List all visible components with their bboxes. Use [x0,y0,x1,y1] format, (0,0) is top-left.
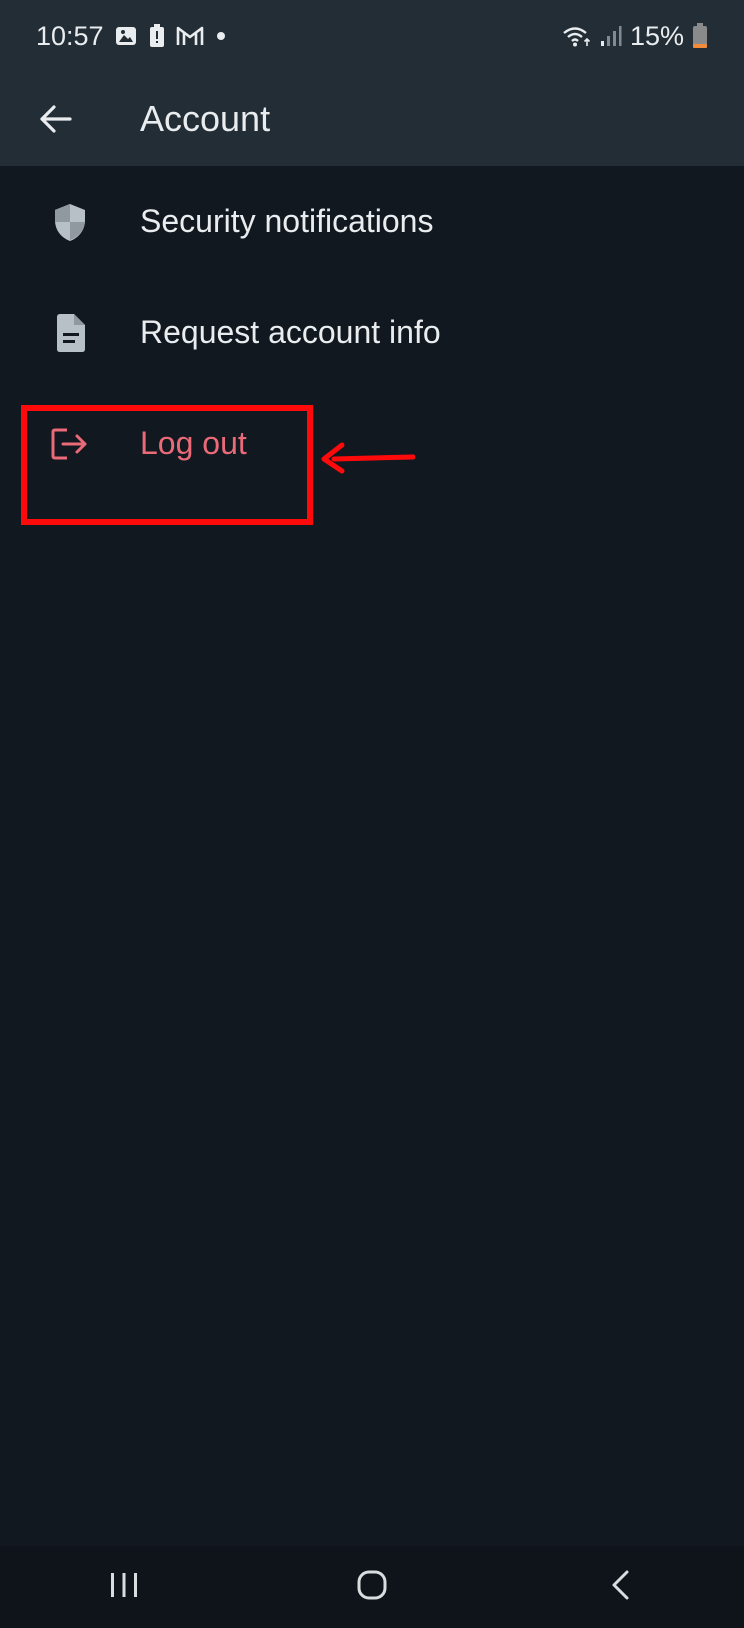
document-icon [0,277,140,388]
status-left: 10:57 [36,21,228,52]
arrow-back-icon [38,104,72,134]
page-title: Account [140,98,271,139]
logout-icon [0,388,140,499]
menu-item-label: Log out [140,425,247,461]
menu-item-security-notifications[interactable]: Security notifications [0,166,744,277]
recents-icon [108,1571,140,1604]
recents-button[interactable] [64,1546,184,1628]
battery-icon [692,23,708,49]
status-right: 15% [562,21,708,52]
menu-item-label: Security notifications [140,203,434,239]
back-button[interactable] [0,72,110,166]
menu-item-request-account-info[interactable]: Request account info [0,277,744,388]
back-icon [609,1569,631,1606]
notification-dot-icon [214,29,228,43]
shield-icon [0,166,140,277]
home-icon [356,1569,388,1606]
signal-icon [600,25,622,47]
status-bar: 10:57 15% [0,0,744,72]
menu-item-label: Request account info [140,314,441,350]
system-nav-bar [0,1546,744,1628]
battery-percent: 15% [629,20,684,51]
system-back-button[interactable] [560,1546,680,1628]
battery-saver-icon [148,24,166,48]
phone-screen: 10:57 15% Account Security notifications… [0,0,744,1628]
status-time: 10:57 [36,20,104,51]
home-button[interactable] [312,1546,432,1628]
annotation-arrow-icon [321,442,415,474]
gmail-icon [176,25,204,47]
app-bar: Account [0,72,744,166]
wifi-icon [562,25,592,47]
gallery-icon [114,24,138,48]
